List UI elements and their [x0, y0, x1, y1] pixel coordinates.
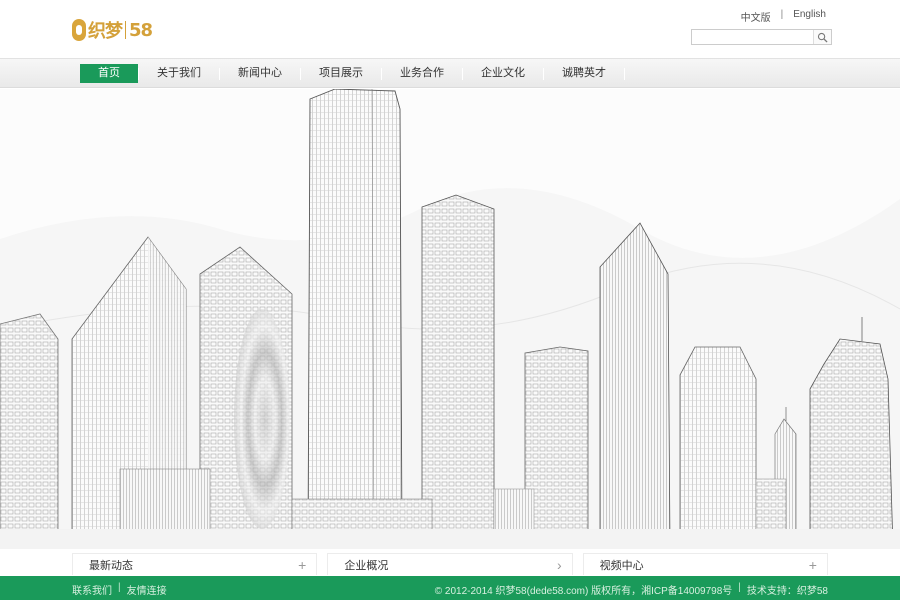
info-bar: 最新动态 + 企业概况 › 视频中心 + [72, 553, 828, 575]
info-box-title: 视频中心 [599, 559, 644, 572]
city-skyline-sketch [0, 89, 900, 549]
header: 织梦 58 中文版 | English [0, 0, 900, 58]
footer-divider: | [118, 582, 121, 593]
search-button[interactable] [813, 30, 831, 44]
footer-copyright: © 2012-2014 织梦58(dede58.com) 版权所有，湘ICP备1… [434, 586, 733, 597]
nav-item-business[interactable]: 业务合作 [382, 64, 462, 83]
nav-item-news[interactable]: 新闻中心 [220, 64, 300, 83]
nav-divider [624, 68, 625, 80]
info-box-video[interactable]: 视频中心 + [582, 553, 828, 575]
nav-item-home[interactable]: 首页 [80, 64, 138, 83]
search-icon [817, 32, 828, 43]
nav-item-about[interactable]: 关于我们 [139, 64, 219, 83]
lang-english-link[interactable]: English [793, 9, 826, 24]
info-box-company[interactable]: 企业概况 › [327, 553, 573, 575]
lang-chinese-link[interactable]: 中文版 [741, 9, 771, 24]
footer-friend-links[interactable]: 友情连接 [127, 582, 167, 597]
logo-text-right: 58 [129, 19, 153, 41]
search-box [691, 29, 832, 45]
plus-icon[interactable]: + [298, 558, 306, 572]
footer-divider: | [738, 582, 741, 593]
nav-item-culture[interactable]: 企业文化 [463, 64, 543, 83]
lang-divider: | [780, 9, 784, 20]
info-box-news[interactable]: 最新动态 + [72, 553, 318, 575]
nav-item-careers[interactable]: 诚聘英才 [544, 64, 624, 83]
footer-tech-support[interactable]: 技术支持：织梦58 [747, 582, 828, 597]
logo[interactable]: 织梦 58 [72, 16, 153, 44]
footer-contact-link[interactable]: 联系我们 [72, 582, 112, 597]
hero-banner [0, 89, 900, 549]
search-input[interactable] [692, 30, 812, 44]
language-switch: 中文版 | English [741, 9, 826, 24]
chevron-right-icon[interactable]: › [557, 558, 562, 572]
logo-mark-icon [72, 19, 86, 41]
footer: 联系我们 | 友情连接 © 2012-2014 织梦58(dede58.com)… [0, 576, 900, 600]
logo-separator [125, 21, 126, 39]
info-box-title: 企业概况 [344, 559, 389, 572]
info-box-title: 最新动态 [89, 559, 133, 572]
nav-item-projects[interactable]: 项目展示 [301, 64, 381, 83]
plus-icon[interactable]: + [809, 558, 817, 572]
logo-text-left: 织梦 [88, 21, 123, 42]
main-nav: 首页 关于我们 新闻中心 项目展示 业务合作 企业文化 诚聘英才 [0, 58, 900, 88]
